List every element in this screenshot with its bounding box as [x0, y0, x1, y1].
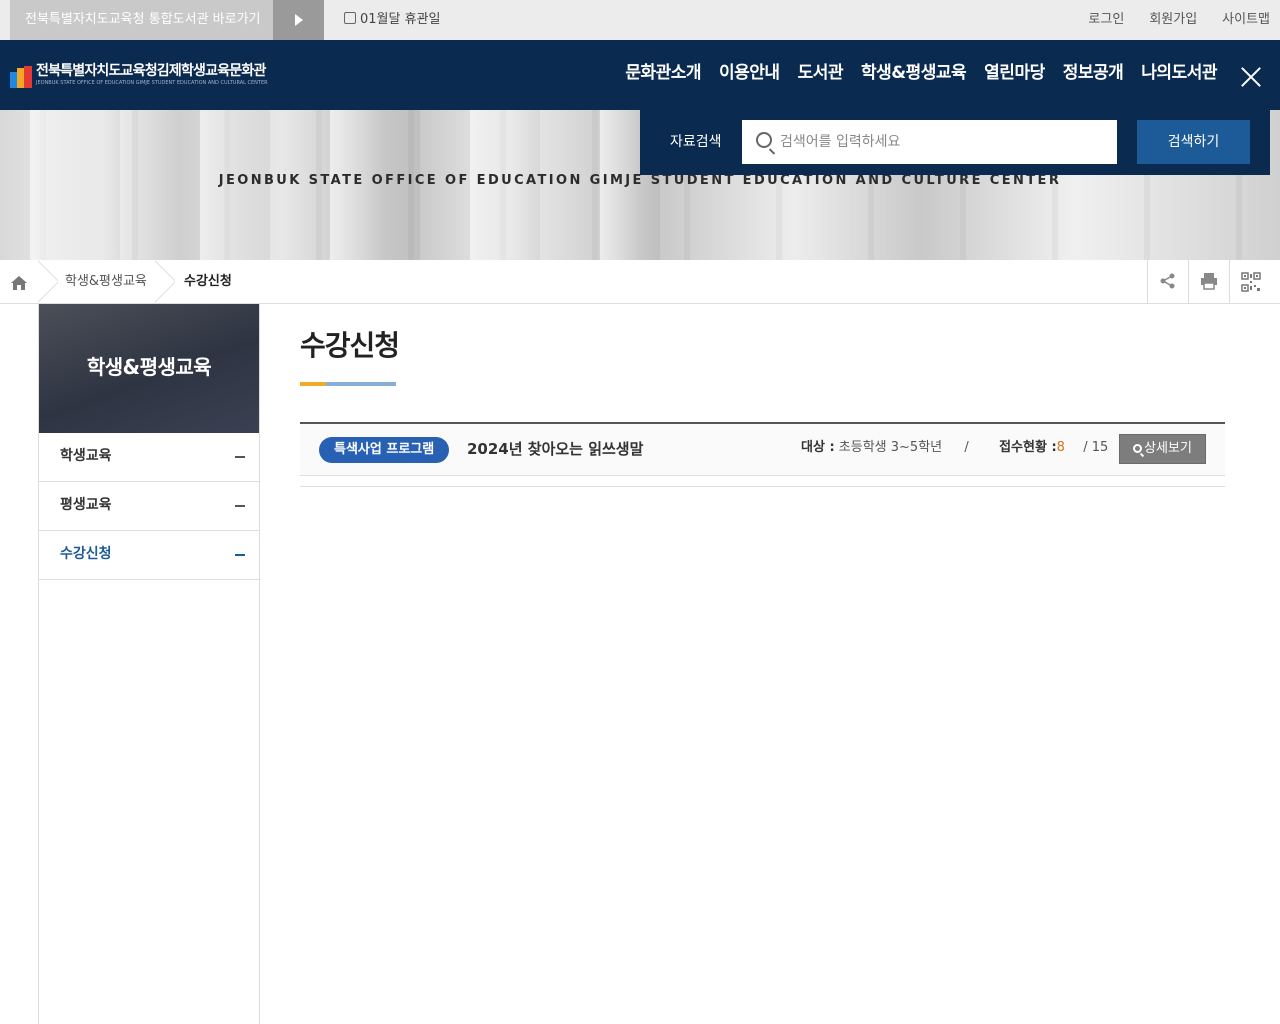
integrated-library-link[interactable]: 전북특별자치도교육청 통합도서관 바로가기: [10, 0, 273, 40]
holiday-text: 01월달 휴관일: [360, 12, 441, 27]
magnifier-icon: [1133, 444, 1143, 453]
status-count: 8: [1056, 440, 1065, 455]
side-nav-item-label: 학생교육: [60, 448, 112, 464]
qr-code-icon: [1241, 272, 1261, 292]
side-nav-course-registration[interactable]: 수강신청: [39, 531, 259, 580]
play-arrow-icon[interactable]: [273, 0, 324, 40]
side-nav-title: 학생&평생교육: [39, 304, 259, 433]
top-utility-bar: 전북특별자치도교육청 통합도서관 바로가기 01월달 휴관일 로그인 회원가입 …: [0, 0, 1280, 40]
signup-link[interactable]: 회원가입: [1149, 0, 1197, 40]
breadcrumb-current: 수강신청: [184, 274, 232, 289]
site-header: 전북특별자치도교육청김제학생교육문화관 JEONBUK STATE OFFICE…: [0, 40, 1280, 110]
nav-education[interactable]: 학생&평생교육: [861, 40, 967, 110]
login-link[interactable]: 로그인: [1088, 0, 1124, 40]
page-tools: [1147, 260, 1270, 304]
search-input[interactable]: [780, 120, 1110, 164]
search-field-wrapper: [742, 120, 1117, 164]
breadcrumb: 학생&평생교육 수강신청: [0, 260, 1280, 304]
nav-disclosure[interactable]: 정보공개: [1063, 40, 1124, 110]
logo-korean-text: 전북특별자치도교육청김제학생교육문화관: [36, 63, 266, 79]
share-icon: [1160, 273, 1175, 289]
nav-community[interactable]: 열린마당: [984, 40, 1045, 110]
logo-english-text: JEONBUK STATE OFFICE OF EDUCATION GIMJE …: [36, 80, 268, 86]
utility-links: 로그인 회원가입 사이트맵: [1088, 0, 1270, 40]
nav-guide[interactable]: 이용안내: [719, 40, 780, 110]
search-label: 자료검색: [670, 134, 722, 150]
minus-icon: [235, 554, 245, 556]
minus-icon: [235, 505, 245, 507]
home-button[interactable]: [0, 260, 38, 304]
side-navigation: 학생&평생교육 학생교육 평생교육 수강신청: [38, 304, 260, 1024]
logo-mark-icon: [10, 66, 32, 88]
side-nav-item-label: 수강신청: [60, 546, 112, 562]
breadcrumb-parent[interactable]: 학생&평생교육: [65, 260, 147, 304]
page-title: 수강신청: [300, 329, 400, 362]
detail-button-label: 상세보기: [1144, 441, 1192, 456]
target-value: 초등학생 3~5학년: [838, 440, 943, 455]
list-bottom-divider: [300, 486, 1225, 487]
search-button[interactable]: 검색하기: [1137, 120, 1250, 164]
side-nav-student-education[interactable]: 학생교육: [39, 433, 259, 482]
program-badge: 특색사업 프로그램: [319, 437, 450, 463]
sitemap-link[interactable]: 사이트맵: [1222, 0, 1270, 40]
title-underline: [300, 382, 396, 386]
meta-divider: /: [964, 440, 969, 455]
print-button[interactable]: [1188, 260, 1229, 304]
banner-slogan: JEONBUK STATE OFFICE OF EDUCATION GIMJE …: [218, 173, 1062, 188]
status-label: 접수현황 :: [999, 440, 1057, 455]
search-box: 자료검색 검색하기: [640, 110, 1270, 175]
qr-button[interactable]: [1229, 260, 1270, 304]
calendar-icon: [344, 12, 356, 24]
nav-my-library[interactable]: 나의도서관: [1141, 40, 1217, 110]
minus-icon: [235, 456, 245, 458]
share-button[interactable]: [1147, 260, 1188, 304]
home-icon: [11, 275, 27, 290]
detail-button[interactable]: 상세보기: [1119, 434, 1206, 464]
main-navigation: 문화관소개 이용안내 도서관 학생&평생교육 열린마당 정보공개 나의도서관: [625, 40, 1217, 110]
nav-about[interactable]: 문화관소개: [625, 40, 701, 110]
course-meta: 대상 : 초등학생 3~5학년 / 접수현황 :8 / 15: [801, 424, 1108, 472]
target-label: 대상 :: [801, 440, 835, 455]
side-nav-lifelong-education[interactable]: 평생교육: [39, 482, 259, 531]
close-icon[interactable]: [1240, 66, 1262, 88]
course-row: 특색사업 프로그램 2024년 찾아오는 읽쓰생말 대상 : 초등학생 3~5학…: [300, 422, 1225, 476]
course-name[interactable]: 2024년 찾아오는 읽쓰생말: [467, 424, 643, 474]
side-nav-item-label: 평생교육: [60, 497, 112, 513]
status-total: / 15: [1083, 440, 1109, 455]
visual-banner: JEONBUK STATE OFFICE OF EDUCATION GIMJE …: [0, 110, 1280, 260]
search-icon: [756, 132, 772, 148]
print-icon: [1201, 273, 1217, 290]
holiday-notice[interactable]: 01월달 휴관일: [344, 0, 440, 40]
site-logo[interactable]: 전북특별자치도교육청김제학생교육문화관 JEONBUK STATE OFFICE…: [10, 62, 268, 88]
nav-library[interactable]: 도서관: [798, 40, 844, 110]
